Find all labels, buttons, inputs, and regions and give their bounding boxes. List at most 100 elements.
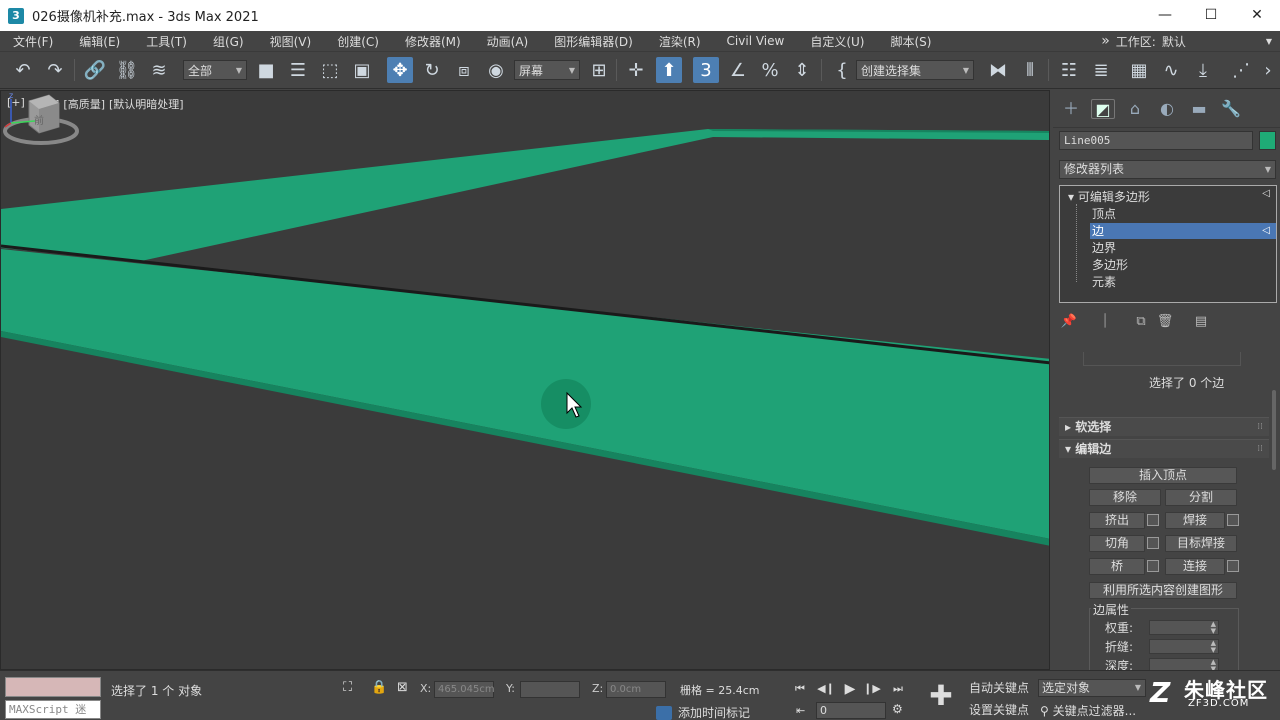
viewport-shading[interactable]: [默认明暗处理]	[109, 96, 184, 112]
previous-frame-icon[interactable]: ◀❙	[816, 680, 836, 698]
chamfer-button[interactable]: 切角	[1089, 535, 1145, 552]
menu-views[interactable]: 视图(V)	[257, 33, 325, 50]
stack-item-polygon[interactable]: 多边形	[1090, 257, 1276, 273]
set-key-big-icon[interactable]: ✚	[924, 679, 958, 713]
object-color-swatch[interactable]	[1259, 131, 1276, 150]
play-icon[interactable]: ▶	[840, 680, 860, 698]
bind-spacewarp-icon[interactable]: ≋	[146, 57, 172, 83]
select-scale-icon[interactable]: ⧈	[451, 57, 477, 83]
time-config-icon[interactable]: ⚙	[892, 702, 903, 716]
remove-button[interactable]: 移除	[1089, 489, 1161, 506]
set-key-button[interactable]: 设置关键点	[966, 700, 1032, 720]
maximize-button[interactable]: ☐	[1188, 0, 1234, 31]
perspective-viewport[interactable]: [+] [透视] [高质量] [默认明暗处理] 前 z	[0, 90, 1050, 670]
create-tab-icon[interactable]: ＋	[1059, 99, 1083, 119]
show-end-result-icon[interactable]: ⏐	[1095, 312, 1115, 332]
menu-group[interactable]: 组(G)	[200, 33, 257, 50]
material-editor-icon[interactable]: ⋰	[1228, 57, 1254, 83]
bridge-settings-icon[interactable]	[1147, 560, 1159, 572]
align-icon[interactable]: ⫴	[1017, 57, 1043, 83]
menu-tools[interactable]: 工具(T)	[133, 33, 200, 50]
undo-icon[interactable]: ↶	[10, 57, 36, 83]
select-object-icon[interactable]: ■	[253, 57, 279, 83]
select-move-icon[interactable]: ✥	[387, 57, 413, 83]
curve-editor-icon[interactable]: ∿	[1158, 57, 1184, 83]
link-icon[interactable]: 🔗	[82, 57, 108, 83]
menu-rendering[interactable]: 渲染(R)	[646, 33, 714, 50]
stack-item-edge[interactable]: 边 ◁	[1090, 223, 1276, 239]
weld-settings-icon[interactable]	[1227, 514, 1239, 526]
z-coord-field[interactable]: 0.0cm	[606, 681, 666, 698]
window-crossing-icon[interactable]: ▣	[349, 57, 375, 83]
chamfer-settings-icon[interactable]	[1147, 537, 1159, 549]
menu-create[interactable]: 创建(C)	[324, 33, 392, 50]
redo-icon[interactable]: ↷	[42, 57, 68, 83]
y-coord-field[interactable]	[520, 681, 580, 698]
spinner-arrows-icon[interactable]: ▲ ▼	[1211, 659, 1216, 671]
menu-animation[interactable]: 动画(A)	[474, 33, 542, 50]
menu-civil-view[interactable]: Civil View	[714, 34, 798, 48]
minimize-button[interactable]: —	[1142, 0, 1188, 31]
weld-button[interactable]: 焊接	[1165, 512, 1225, 529]
add-time-tag-button[interactable]: 添加时间标记	[656, 704, 750, 720]
key-filters-button[interactable]: ⚲ 关键点过滤器...	[1040, 702, 1136, 719]
spinner-snap-icon[interactable]: ⇕	[789, 57, 815, 83]
menu-overflow-icon[interactable]: »	[1101, 33, 1110, 49]
modify-tab-icon[interactable]: ◩	[1091, 99, 1115, 119]
toolbar-overflow-icon[interactable]: ›	[1258, 57, 1278, 83]
select-manipulate-icon[interactable]: ✛	[623, 57, 649, 83]
ribbon-toggle-icon[interactable]: ▦	[1126, 57, 1152, 83]
menu-file[interactable]: 文件(F)	[0, 33, 66, 50]
key-mode-toggle-icon[interactable]: ⇤	[796, 704, 805, 717]
extrude-button[interactable]: 挤出	[1089, 512, 1145, 529]
spinner-arrows-icon[interactable]: ▲ ▼	[1211, 640, 1216, 654]
schematic-view-icon[interactable]: ⤓	[1190, 57, 1216, 83]
modifier-list-dropdown[interactable]: 修改器列表 ▼	[1059, 160, 1276, 179]
mirror-icon[interactable]: ⧓	[985, 57, 1011, 83]
auto-key-button[interactable]: 自动关键点	[966, 678, 1032, 698]
workspace-dropdown[interactable]: 默认	[1156, 33, 1266, 50]
unlink-icon[interactable]: ⛓	[114, 57, 140, 83]
menu-edit[interactable]: 编辑(E)	[66, 33, 133, 50]
menu-customize[interactable]: 自定义(U)	[797, 33, 877, 50]
soft-selection-rollout-header[interactable]: ▸ 软选择 ⁞⁞	[1059, 417, 1269, 436]
target-weld-button[interactable]: 目标焊接	[1165, 535, 1237, 552]
selection-filter-dropdown[interactable]: 全部 ▼	[183, 60, 247, 80]
configure-modifier-sets-icon[interactable]: ▤	[1191, 312, 1211, 332]
goto-start-icon[interactable]: ⏮	[790, 680, 810, 698]
keyboard-shortcut-override-icon[interactable]: ⬆	[656, 57, 682, 83]
display-tab-icon[interactable]: ▬	[1187, 99, 1211, 119]
named-selection-dropdown[interactable]: 创建选择集 ▼	[856, 60, 974, 80]
pivot-center-icon[interactable]: ⊞	[586, 57, 612, 83]
select-rotate-icon[interactable]: ↻	[419, 57, 445, 83]
current-frame-field[interactable]: 0	[816, 702, 886, 719]
make-unique-icon[interactable]: ⧉	[1131, 312, 1151, 332]
stack-item-vertex[interactable]: 顶点	[1090, 206, 1276, 222]
object-name-field[interactable]: Line005	[1059, 131, 1253, 150]
scene-explorer-icon[interactable]: ☷	[1056, 57, 1082, 83]
workspace-arrow-icon[interactable]: ▼	[1266, 37, 1272, 46]
remove-modifier-icon[interactable]: 🗑	[1155, 312, 1175, 332]
angle-snap-icon[interactable]: ∠	[725, 57, 751, 83]
key-mode-dropdown[interactable]: 选定对象 ▼	[1038, 679, 1146, 697]
select-by-name-icon[interactable]: ☰	[285, 57, 311, 83]
isolate-selection-icon[interactable]: ⛶	[343, 680, 352, 695]
hierarchy-tab-icon[interactable]: ⌂	[1123, 99, 1147, 119]
bridge-button[interactable]: 桥	[1089, 558, 1145, 575]
connect-button[interactable]: 连接	[1165, 558, 1225, 575]
reference-coord-dropdown[interactable]: 屏幕 ▼	[514, 60, 580, 80]
absolute-transform-icon[interactable]: ⊠	[397, 680, 408, 695]
stack-root-editable-poly[interactable]: ▾ 可编辑多边形	[1068, 188, 1150, 205]
menu-graph-editors[interactable]: 图形编辑器(D)	[541, 33, 646, 50]
insert-vertex-button[interactable]: 插入顶点	[1089, 467, 1237, 484]
pin-stack-icon[interactable]: 📌	[1059, 312, 1079, 332]
menu-modifiers[interactable]: 修改器(M)	[392, 33, 474, 50]
stack-item-element[interactable]: 元素	[1090, 274, 1276, 290]
edit-named-selection-icon[interactable]: {	[829, 57, 855, 83]
next-frame-icon[interactable]: ❙▶	[862, 680, 882, 698]
maxscript-listener-output[interactable]	[5, 677, 101, 697]
layer-explorer-icon[interactable]: ≣	[1088, 57, 1114, 83]
edit-edges-rollout-header[interactable]: ▾ 编辑边 ⁞⁞	[1059, 439, 1269, 458]
motion-tab-icon[interactable]: ◐	[1155, 99, 1179, 119]
spinner-arrows-icon[interactable]: ▲ ▼	[1211, 621, 1216, 635]
